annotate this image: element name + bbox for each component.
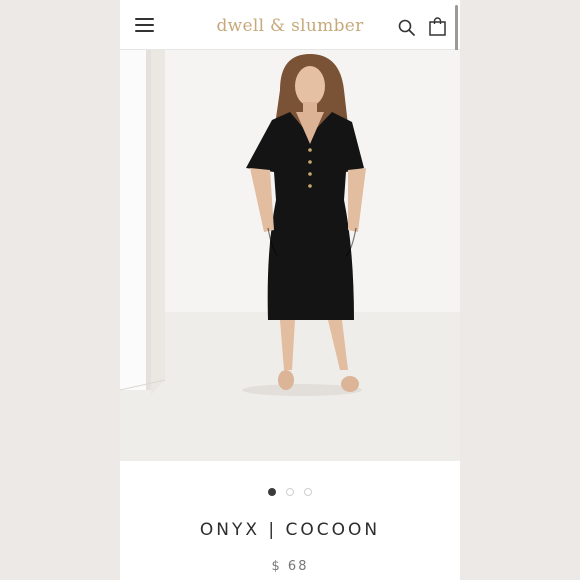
site-header: dwell & slumber [120, 0, 460, 50]
carousel-dot-3[interactable] [304, 488, 312, 496]
product-price: $ 68 [271, 559, 309, 574]
product-title: ONYX | COCOON [199, 520, 381, 540]
product-photo [120, 50, 460, 461]
carousel-dot-2[interactable] [286, 488, 294, 496]
carousel-dot-1[interactable] [268, 488, 276, 496]
shopping-bag-icon[interactable] [429, 17, 446, 36]
carousel-dots [120, 483, 460, 501]
search-icon[interactable] [398, 19, 415, 36]
product-image[interactable] [120, 50, 460, 461]
mobile-page: dwell & slumber ONYX | COCOON $ 68 [120, 0, 460, 580]
